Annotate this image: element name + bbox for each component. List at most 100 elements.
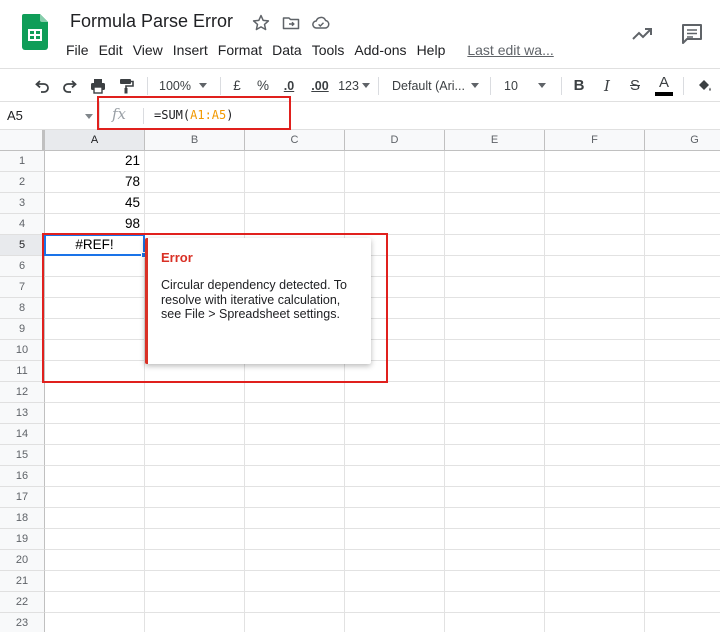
sheets-logo-icon[interactable] xyxy=(22,14,48,50)
gridline xyxy=(45,171,720,172)
trending-up-icon[interactable] xyxy=(630,22,654,46)
menu-insert[interactable]: Insert xyxy=(169,40,212,60)
row-header-21[interactable]: 21 xyxy=(0,571,45,592)
more-formats-label: 123 xyxy=(338,78,359,93)
row-header-18[interactable]: 18 xyxy=(0,508,45,529)
row-header-19[interactable]: 19 xyxy=(0,529,45,550)
zoom-value: 100% xyxy=(159,78,191,93)
error-highlight-box xyxy=(42,233,388,383)
more-formats-button[interactable]: 123 xyxy=(336,69,372,102)
toolbar-separator xyxy=(220,77,221,95)
gridline xyxy=(45,570,720,571)
row-header-7[interactable]: 7 xyxy=(0,277,45,298)
cell-a1[interactable]: 21 xyxy=(45,151,144,171)
gridline xyxy=(45,549,720,550)
cell-a2[interactable]: 78 xyxy=(45,172,144,192)
gridline xyxy=(244,151,245,632)
row-header-2[interactable]: 2 xyxy=(0,172,45,193)
fill-color-icon xyxy=(699,79,711,91)
column-header-a[interactable]: A xyxy=(45,130,145,150)
gridline xyxy=(45,591,720,592)
cloud-saved-icon[interactable] xyxy=(311,13,331,33)
row-header-23[interactable]: 23 xyxy=(0,613,45,632)
row-header-8[interactable]: 8 xyxy=(0,298,45,319)
strikethrough-button[interactable]: S xyxy=(624,69,646,102)
toolbar-separator xyxy=(561,77,562,95)
redo-button[interactable] xyxy=(58,69,82,102)
last-edit-link[interactable]: Last edit wa... xyxy=(463,40,557,60)
toolbar-separator xyxy=(378,77,379,95)
menu-file[interactable]: File xyxy=(62,40,93,60)
menu-format[interactable]: Format xyxy=(214,40,266,60)
gridline xyxy=(644,151,645,632)
row-header-3[interactable]: 3 xyxy=(0,193,45,214)
italic-button[interactable]: I xyxy=(596,69,618,102)
chevron-down-icon xyxy=(198,83,207,88)
font-size-select[interactable]: 10 xyxy=(496,69,554,102)
increase-decimal-button[interactable]: .00 xyxy=(306,69,334,102)
row-header-11[interactable]: 11 xyxy=(0,361,45,382)
menu-bar: File Edit View Insert Format Data Tools … xyxy=(62,40,560,60)
menu-edit[interactable]: Edit xyxy=(95,40,127,60)
gridline xyxy=(45,444,720,445)
cell-reference: A5 xyxy=(7,108,23,123)
toolbar-separator xyxy=(147,77,148,95)
text-color-swatch xyxy=(655,92,673,96)
document-title[interactable]: Formula Parse Error xyxy=(70,11,233,32)
cell-a4[interactable]: 98 xyxy=(45,214,144,234)
row-header-6[interactable]: 6 xyxy=(0,256,45,277)
row-header-9[interactable]: 9 xyxy=(0,319,45,340)
printer-icon xyxy=(91,78,105,94)
row-header-17[interactable]: 17 xyxy=(0,487,45,508)
row-header-10[interactable]: 10 xyxy=(0,340,45,361)
column-header-f[interactable]: F xyxy=(545,130,645,150)
select-all-corner[interactable] xyxy=(0,130,45,150)
bold-button[interactable]: B xyxy=(568,69,590,102)
chevron-down-icon[interactable] xyxy=(85,114,93,119)
gridline xyxy=(45,528,720,529)
toolbar-separator xyxy=(683,77,684,95)
menu-help[interactable]: Help xyxy=(413,40,450,60)
row-header-15[interactable]: 15 xyxy=(0,445,45,466)
gridline xyxy=(144,151,145,632)
text-color-button[interactable]: A xyxy=(652,69,676,102)
menu-add-ons[interactable]: Add-ons xyxy=(350,40,410,60)
column-header-g[interactable]: G xyxy=(645,130,720,150)
star-icon[interactable] xyxy=(251,13,271,33)
gridline xyxy=(45,213,720,214)
row-header-4[interactable]: 4 xyxy=(0,214,45,235)
gridline xyxy=(544,151,545,632)
menu-view[interactable]: View xyxy=(129,40,167,60)
row-header-16[interactable]: 16 xyxy=(0,466,45,487)
paint-format-icon xyxy=(120,78,134,93)
undo-button[interactable] xyxy=(30,69,54,102)
gridline xyxy=(45,486,720,487)
menu-tools[interactable]: Tools xyxy=(308,40,349,60)
gridline xyxy=(45,612,720,613)
column-header-b[interactable]: B xyxy=(145,130,245,150)
row-header-1[interactable]: 1 xyxy=(0,151,45,172)
column-header-d[interactable]: D xyxy=(345,130,445,150)
row-header-14[interactable]: 14 xyxy=(0,424,45,445)
chevron-down-icon xyxy=(470,83,479,88)
fill-color-button[interactable] xyxy=(690,69,718,102)
move-to-folder-icon[interactable] xyxy=(281,13,301,33)
menu-data[interactable]: Data xyxy=(268,40,306,60)
font-family-select[interactable]: Default (Ari... xyxy=(384,69,484,102)
column-header-c[interactable]: C xyxy=(245,130,345,150)
row-header-5[interactable]: 5 xyxy=(0,235,45,256)
redo-icon xyxy=(63,79,77,93)
gridline xyxy=(45,507,720,508)
row-header-22[interactable]: 22 xyxy=(0,592,45,613)
formula-highlight-box xyxy=(97,96,291,130)
gridline xyxy=(45,402,720,403)
title-bar: Formula Parse Error File Edit View Inser… xyxy=(0,0,720,68)
row-header-12[interactable]: 12 xyxy=(0,382,45,403)
comment-icon[interactable] xyxy=(680,22,704,46)
row-header-13[interactable]: 13 xyxy=(0,403,45,424)
column-headers: ABCDEFG xyxy=(0,130,720,151)
column-header-e[interactable]: E xyxy=(445,130,545,150)
chevron-down-icon xyxy=(537,83,546,88)
cell-a3[interactable]: 45 xyxy=(45,193,144,213)
row-header-20[interactable]: 20 xyxy=(0,550,45,571)
